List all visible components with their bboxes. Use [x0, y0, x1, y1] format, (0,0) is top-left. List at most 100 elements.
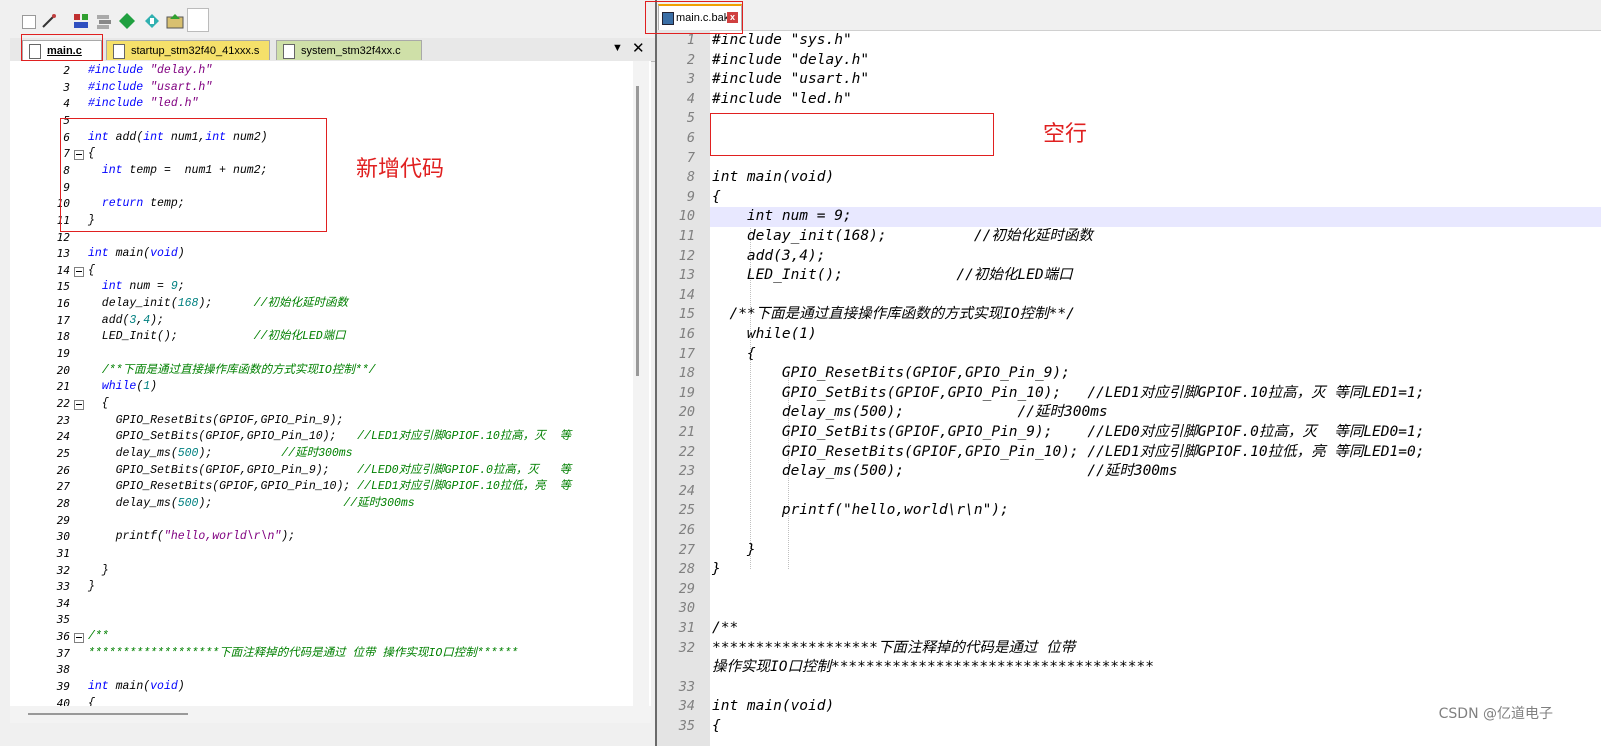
- code-line[interactable]: [710, 580, 1601, 600]
- code-line[interactable]: 18 LED_Init(); //初始化LED端口: [10, 329, 651, 346]
- line-number: 26: [678, 522, 695, 538]
- line-number: 38: [56, 663, 70, 677]
- code-text: {: [88, 263, 95, 277]
- code-line[interactable]: int main(void): [710, 168, 1601, 188]
- code-line[interactable]: 17 add(3,4);: [10, 313, 651, 330]
- code-line[interactable]: 39 int main(void): [10, 679, 651, 696]
- code-line[interactable]: LED_Init(); //初始化LED端口: [710, 266, 1601, 286]
- code-text: GPIO_ResetBits(GPIOF,GPIO_Pin_10); //LED…: [712, 443, 1425, 460]
- toolbar-slot[interactable]: [187, 8, 209, 32]
- code-line[interactable]: int num = 9;: [710, 207, 1601, 227]
- notepad-editor-pane: main.c.bak x 1 2 3 4 5 6 7 8 9 10 11 12 13 14 15 16 17 18…: [645, 0, 1601, 746]
- code-line[interactable]: {: [710, 345, 1601, 365]
- code-line[interactable]: 28 delay_ms(500); //延时300ms: [10, 496, 651, 513]
- code-line[interactable]: GPIO_SetBits(GPIOF,GPIO_Pin_10); //LED1对…: [710, 384, 1601, 404]
- code-line[interactable]: delay_ms(500); //延时300ms: [710, 462, 1601, 482]
- line-number: 16: [678, 326, 695, 342]
- highlight-box-new-code: [60, 118, 327, 232]
- stack-icon[interactable]: [95, 12, 113, 30]
- code-line[interactable]: #include "delay.h": [710, 51, 1601, 71]
- tab-startup-file[interactable]: startup_stm32f40_41xxx.s: [106, 40, 270, 60]
- code-line[interactable]: 38: [10, 662, 651, 679]
- tab-system-file[interactable]: system_stm32f4xx.c: [276, 40, 422, 60]
- code-line[interactable]: 14 {: [10, 263, 651, 280]
- code-line[interactable]: GPIO_SetBits(GPIOF,GPIO_Pin_9); //LED0对应…: [710, 423, 1601, 443]
- line-number: 2: [63, 64, 70, 77]
- file-tab-bar: main.c startup_stm32f40_41xxx.s system_s…: [10, 38, 655, 62]
- diamond-icon[interactable]: [118, 12, 136, 30]
- code-text: delay_ms(500); //延时300ms: [88, 496, 415, 510]
- vertical-scrollbar[interactable]: [633, 61, 649, 706]
- code-line[interactable]: printf("hello,world\r\n");: [710, 501, 1601, 521]
- code-line[interactable]: 37 *******************下面注释掉的代码是通过 位带 操作实现…: [10, 646, 651, 663]
- fold-toggle-icon[interactable]: [74, 266, 84, 277]
- code-line[interactable]: 32 }: [10, 563, 651, 580]
- dropdown-arrow-icon[interactable]: [22, 15, 36, 29]
- chevron-down-icon[interactable]: ▼: [612, 42, 623, 54]
- close-icon[interactable]: ✕: [632, 39, 645, 57]
- annotation-new-code: 新增代码: [356, 157, 445, 182]
- line-number: 4: [63, 97, 70, 111]
- code-line[interactable]: 15 int num = 9;: [10, 279, 651, 296]
- code-line[interactable]: 操作实现IO口控制*******************************…: [710, 658, 1601, 678]
- download-icon[interactable]: [143, 12, 161, 30]
- code-line[interactable]: 2 #include "delay.h": [10, 63, 651, 80]
- code-line[interactable]: #include "usart.h": [710, 70, 1601, 90]
- code-line[interactable]: [710, 521, 1601, 541]
- code-line[interactable]: GPIO_ResetBits(GPIOF,GPIO_Pin_10); //LED…: [710, 443, 1601, 463]
- code-line[interactable]: 36 /**: [10, 629, 651, 646]
- code-line[interactable]: 20 /**下面是通过直接操作库函数的方式实现IO控制**/: [10, 363, 651, 380]
- line-number: 12: [678, 247, 695, 264]
- code-line[interactable]: }: [710, 560, 1601, 580]
- code-line[interactable]: [710, 678, 1601, 698]
- code-line[interactable]: 35: [10, 612, 651, 629]
- build-options-icon[interactable]: [72, 12, 90, 30]
- code-line[interactable]: 3 #include "usart.h": [10, 80, 651, 97]
- debug-icon[interactable]: [166, 12, 184, 30]
- horizontal-scrollbar[interactable]: [10, 706, 651, 723]
- code-text: printf("hello,world\r\n");: [712, 502, 1009, 519]
- code-line[interactable]: {: [710, 188, 1601, 208]
- code-line[interactable]: /**: [710, 619, 1601, 639]
- code-line[interactable]: 25 delay_ms(500); //延时300ms: [10, 446, 651, 463]
- code-line[interactable]: 29: [10, 513, 651, 530]
- code-line[interactable]: 13 int main(void): [10, 246, 651, 263]
- fold-toggle-icon[interactable]: [74, 400, 84, 410]
- fold-toggle-icon[interactable]: [74, 633, 84, 644]
- code-line[interactable]: delay_ms(500); //延时300ms: [710, 403, 1601, 423]
- code-line[interactable]: GPIO_ResetBits(GPIOF,GPIO_Pin_9);: [710, 364, 1601, 384]
- code-line[interactable]: 34: [10, 596, 651, 613]
- code-text: #include "led.h": [712, 90, 852, 107]
- code-line[interactable]: 31: [10, 546, 651, 563]
- code-line[interactable]: while(1): [710, 325, 1601, 345]
- code-line[interactable]: 19: [10, 346, 651, 363]
- code-text: #include "led.h": [88, 97, 199, 111]
- line-number: 10: [678, 208, 695, 225]
- code-line[interactable]: 16 delay_init(168); //初始化延时函数: [10, 296, 651, 313]
- code-text: int main(void): [712, 169, 835, 186]
- code-line[interactable]: [710, 599, 1601, 619]
- code-line[interactable]: add(3,4);: [710, 247, 1601, 267]
- code-text: printf("hello,world\r\n");: [88, 530, 296, 544]
- code-line[interactable]: 21 while(1): [10, 379, 651, 396]
- code-line[interactable]: 27 GPIO_ResetBits(GPIOF,GPIO_Pin_10); //…: [10, 479, 651, 496]
- code-line[interactable]: #include "sys.h": [710, 31, 1601, 51]
- code-line[interactable]: #include "led.h": [710, 90, 1601, 110]
- code-line[interactable]: }: [710, 541, 1601, 561]
- code-line[interactable]: 30 printf("hello,world\r\n");: [10, 529, 651, 546]
- code-line[interactable]: 23 GPIO_ResetBits(GPIOF,GPIO_Pin_9);: [10, 413, 651, 430]
- code-line[interactable]: 26 GPIO_SetBits(GPIOF,GPIO_Pin_9); //LED…: [10, 463, 651, 480]
- line-number: 6: [686, 130, 695, 146]
- line-number: 22: [678, 443, 695, 460]
- code-line[interactable]: /**下面是通过直接操作库函数的方式实现IO控制**/: [710, 305, 1601, 325]
- magic-wand-icon[interactable]: [40, 12, 58, 30]
- code-line[interactable]: [710, 286, 1601, 306]
- code-line[interactable]: 40 {: [10, 696, 651, 706]
- code-line[interactable]: [710, 482, 1601, 502]
- code-line[interactable]: 24 GPIO_SetBits(GPIOF,GPIO_Pin_10); //LE…: [10, 429, 651, 446]
- code-line[interactable]: 4 #include "led.h": [10, 96, 651, 113]
- code-line[interactable]: *******************下面注释掉的代码是通过 位带: [710, 639, 1601, 659]
- code-line[interactable]: 22 {: [10, 396, 651, 413]
- code-line[interactable]: 33}: [10, 579, 651, 596]
- code-line[interactable]: delay_init(168); //初始化延时函数: [710, 227, 1601, 247]
